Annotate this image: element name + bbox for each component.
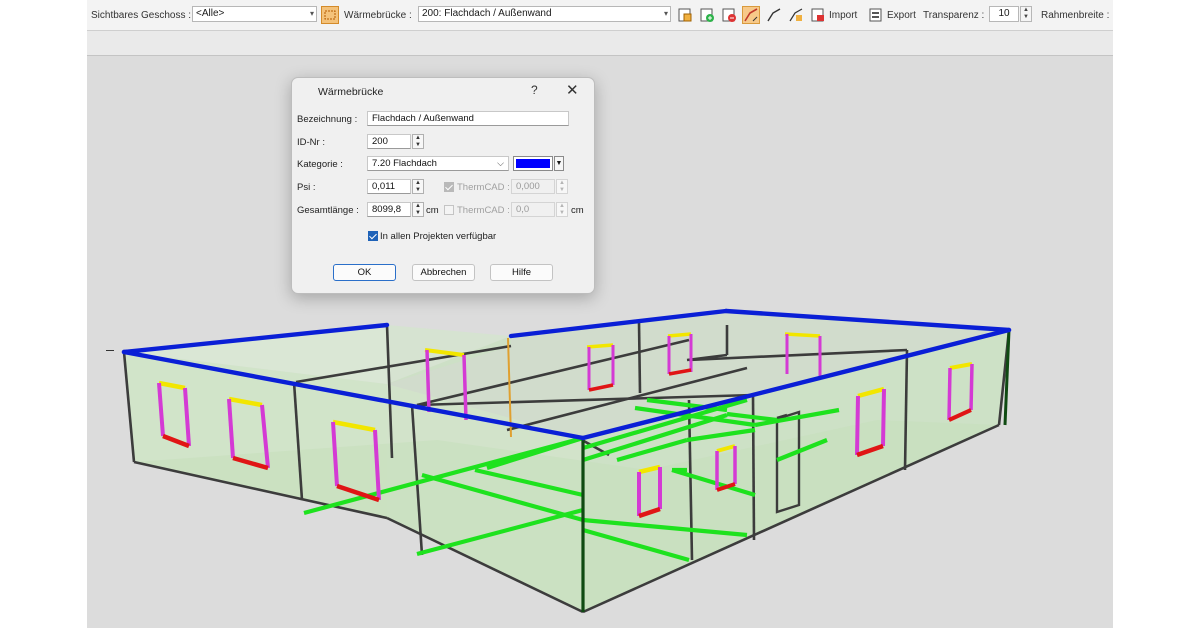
transparency-value: 10	[998, 8, 1010, 19]
help-button[interactable]: Hilfe	[490, 264, 553, 281]
chevron-down-icon: ▾	[309, 9, 314, 18]
designation-label: Bezeichnung :	[297, 114, 358, 125]
category-select[interactable]: 7.20 Flachdach ⌵	[367, 156, 509, 171]
total-length-stepper[interactable]: ▲ ▼	[412, 202, 424, 217]
id-stepper[interactable]: ▲ ▼	[412, 134, 424, 149]
length-thermcad-label: ThermCAD :	[457, 205, 510, 216]
psi-field[interactable]: 0,011	[367, 179, 411, 194]
thermal-bridge-dialog: Wärmebrücke ? ✕ Bezeichnung : Flachdach …	[291, 77, 595, 294]
psi-thermcad-label: ThermCAD :	[457, 182, 510, 193]
psi-thermcad-field: 0,000	[511, 179, 555, 194]
length-thermcad-unit: cm	[571, 205, 584, 216]
color-dropdown-icon[interactable]: ▼	[554, 156, 564, 171]
close-icon[interactable]: ✕	[566, 81, 579, 99]
bridge-delete-icon[interactable]	[720, 6, 738, 24]
id-value: 200	[372, 136, 388, 147]
visible-floor-label: Sichtbares Geschoss :	[91, 10, 192, 21]
psi-thermcad-checkbox[interactable]	[444, 182, 454, 192]
help-icon[interactable]: ?	[531, 83, 538, 97]
chevron-down-icon: ▾	[663, 9, 668, 18]
transparency-label: Transparenz :	[923, 10, 985, 21]
psi-label: Psi :	[297, 182, 316, 193]
total-length-label: Gesamtlänge :	[297, 205, 359, 216]
3d-viewport[interactable]	[87, 56, 1113, 628]
psi-stepper[interactable]: ▲ ▼	[412, 179, 424, 194]
psi-thermcad-value: 0,000	[516, 181, 540, 192]
cursor-mark	[106, 350, 114, 351]
visible-floor-select[interactable]: <Alle> ▾	[192, 6, 317, 22]
length-thermcad-stepper: ▲ ▼	[556, 202, 568, 217]
length-thermcad-field: 0,0	[511, 202, 555, 217]
id-field[interactable]: 200	[367, 134, 411, 149]
draw-bridge-icon[interactable]	[765, 6, 783, 24]
designation-field[interactable]: Flachdach / Außenwand	[367, 111, 569, 126]
bridge-properties-icon[interactable]	[787, 6, 805, 24]
application-window: Sichtbares Geschoss : <Alle> ▾ Wärmebrüc…	[87, 0, 1113, 628]
import-button[interactable]: Import	[829, 10, 857, 26]
total-length-value: 8099,8	[372, 204, 402, 215]
export-button[interactable]: Export	[887, 10, 916, 26]
frame-width-label: Rahmenbreite :	[1041, 10, 1110, 21]
building-model	[121, 308, 1012, 614]
bridge-edit-icon[interactable]	[676, 6, 694, 24]
id-label: ID-Nr :	[297, 137, 325, 148]
toolbar: Sichtbares Geschoss : <Alle> ▾ Wärmebrüc…	[87, 0, 1113, 31]
color-picker[interactable]	[513, 156, 553, 171]
designation-value: Flachdach / Außenwand	[372, 113, 474, 124]
ok-button[interactable]: OK	[333, 264, 396, 281]
thermal-bridge-select[interactable]: 200: Flachdach / Außenwand ▾	[418, 6, 671, 22]
psi-thermcad-stepper: ▲ ▼	[556, 179, 568, 194]
length-thermcad-checkbox[interactable]	[444, 205, 454, 215]
thermal-bridge-value: 200: Flachdach / Außenwand	[422, 8, 552, 19]
category-label: Kategorie :	[297, 159, 343, 170]
total-length-field[interactable]: 8099,8	[367, 202, 411, 217]
visible-floor-value: <Alle>	[196, 8, 225, 19]
dialog-title: Wärmebrücke	[318, 86, 384, 98]
psi-value: 0,011	[372, 181, 396, 192]
category-value: 7.20 Flachdach	[372, 158, 437, 169]
transparency-input[interactable]: 10	[989, 6, 1019, 22]
thermal-bridge-label: Wärmebrücke :	[344, 10, 412, 21]
total-length-unit: cm	[426, 205, 439, 216]
select-region-icon[interactable]	[321, 6, 339, 24]
import-icon[interactable]	[809, 6, 827, 24]
chevron-down-icon: ⌵	[497, 158, 504, 168]
export-icon[interactable]	[867, 6, 885, 24]
length-thermcad-value: 0,0	[516, 204, 530, 215]
color-swatch	[516, 159, 550, 168]
transparency-stepper[interactable]: ▲ ▼	[1020, 6, 1032, 22]
toolbar-strip	[87, 31, 1113, 56]
all-projects-checkbox[interactable]	[368, 231, 378, 241]
draw-bridge-active-icon[interactable]	[742, 6, 760, 24]
bridge-add-icon[interactable]	[698, 6, 716, 24]
cancel-button[interactable]: Abbrechen	[412, 264, 475, 281]
all-projects-label: In allen Projekten verfügbar	[380, 231, 497, 242]
